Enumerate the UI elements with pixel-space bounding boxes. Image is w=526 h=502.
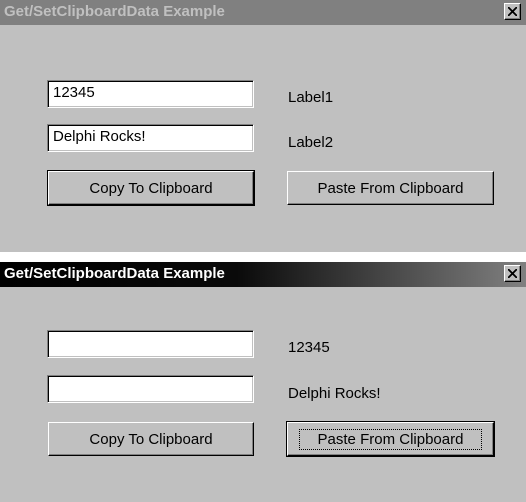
close-icon — [508, 269, 517, 278]
dialog-window-after: Get/SetClipboardData Example 12345 Delph… — [0, 262, 526, 502]
paste-from-clipboard-button[interactable]: Paste From Clipboard — [286, 421, 495, 457]
edit1-input[interactable]: 12345 — [47, 80, 254, 108]
edit2-input[interactable]: Delphi Rocks! — [47, 124, 254, 152]
close-button[interactable] — [504, 3, 521, 20]
paste-button-label: Paste From Clipboard — [317, 179, 464, 197]
label2: Delphi Rocks! — [288, 385, 381, 402]
close-button[interactable] — [504, 265, 521, 282]
window-title: Get/SetClipboardData Example — [4, 265, 225, 282]
copy-to-clipboard-button[interactable]: Copy To Clipboard — [47, 170, 255, 206]
copy-button-label: Copy To Clipboard — [89, 430, 213, 448]
dialog-window-before: Get/SetClipboardData Example 12345 Label… — [0, 0, 526, 252]
paste-from-clipboard-button[interactable]: Paste From Clipboard — [287, 171, 494, 205]
copy-button-label: Copy To Clipboard — [89, 179, 213, 197]
title-bar[interactable]: Get/SetClipboardData Example — [0, 0, 526, 25]
edit1-input[interactable] — [47, 330, 254, 358]
close-icon — [508, 7, 517, 16]
label2: Label2 — [288, 134, 334, 151]
copy-to-clipboard-button[interactable]: Copy To Clipboard — [48, 422, 254, 456]
paste-button-label: Paste From Clipboard — [298, 428, 483, 450]
title-bar[interactable]: Get/SetClipboardData Example — [0, 262, 526, 287]
label1: Label1 — [288, 89, 334, 106]
label1: 12345 — [288, 339, 330, 356]
window-title: Get/SetClipboardData Example — [4, 3, 225, 20]
edit2-input[interactable] — [47, 375, 254, 403]
